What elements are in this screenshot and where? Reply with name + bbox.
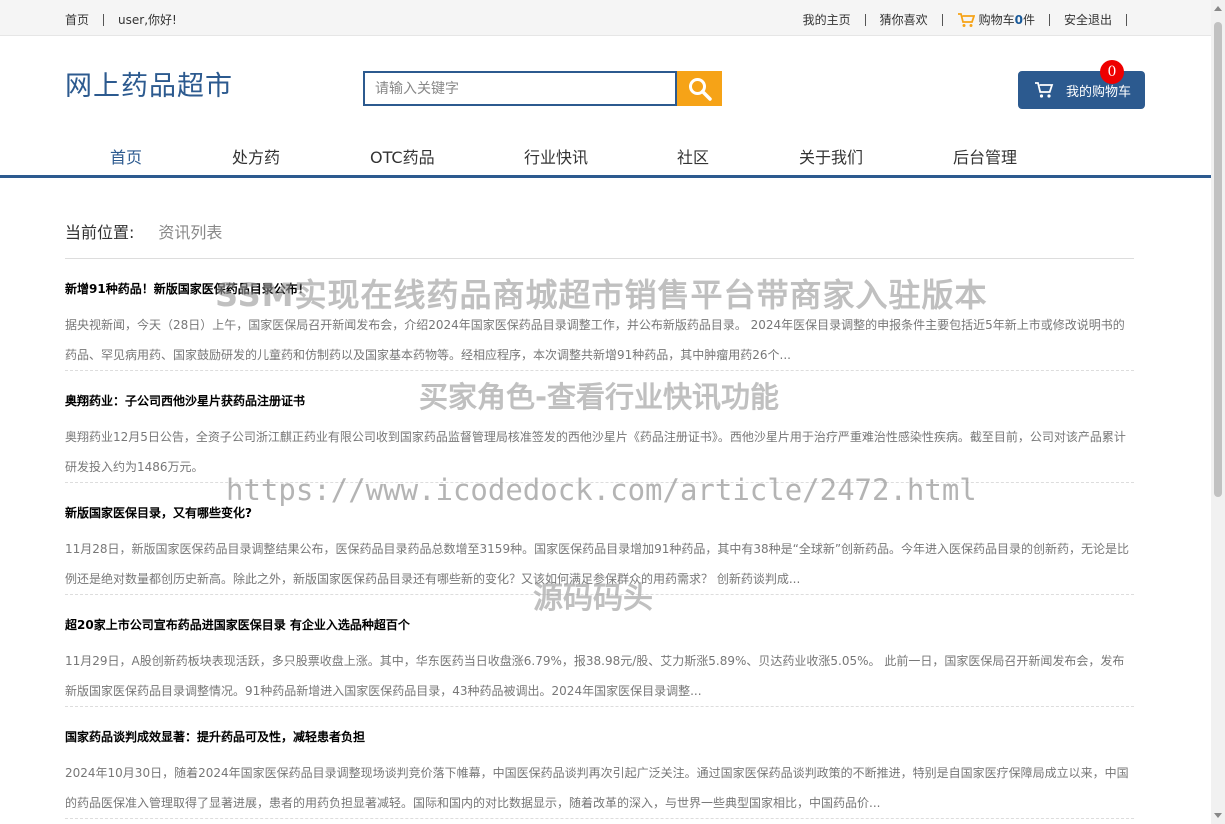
mini-cart-prefix: 购物车 [978, 13, 1015, 27]
guess-you-like-link[interactable]: 猜你喜欢 [880, 11, 928, 28]
mini-cart-suffix: 件 [1022, 13, 1035, 27]
cart-icon [1035, 82, 1054, 98]
breadcrumb-current: 资讯列表 [158, 223, 223, 242]
divider [1048, 13, 1050, 26]
search-input[interactable] [363, 71, 677, 106]
top-bar: 首页 user,你好! 我的主页 猜你喜欢 购物车 0 件 安全退出 [0, 0, 1211, 36]
breadcrumb-label: 当前位置: [65, 223, 135, 242]
nav-item-community[interactable]: 社区 [677, 144, 709, 168]
nav-item-about[interactable]: 关于我们 [799, 144, 863, 168]
news-summary: 11月29日，A股创新药板块表现活跃，多只股票收盘上涨。其中，华东医药当日收盘涨… [65, 654, 1125, 698]
mini-cart-link[interactable]: 购物车 0 件 [957, 11, 1035, 28]
vertical-scrollbar[interactable] [1211, 0, 1225, 824]
search-bar [363, 71, 722, 106]
my-cart-button[interactable]: 我的购物车 [1018, 71, 1145, 109]
scroll-down-arrow-icon[interactable] [1214, 813, 1222, 818]
user-greeting: user,你好! [118, 13, 177, 27]
news-item: 国家药品谈判成效显著：提升药品可及性，减轻患者负担 2024年10月30日，随着… [65, 728, 1134, 819]
news-title[interactable]: 新增91种药品！新版国家医保药品目录公布！ [65, 280, 1134, 297]
news-item: 奥翔药业：子公司西他沙星片获药品注册证书 奥翔药业12月5日公告，全资子公司浙江… [65, 392, 1134, 483]
site-logo[interactable]: 网上药品超市 [65, 64, 233, 103]
nav-item-otc[interactable]: OTC药品 [370, 144, 435, 168]
mini-cart-count: 0 [1014, 12, 1023, 27]
divider [103, 13, 105, 26]
nav-item-admin[interactable]: 后台管理 [953, 144, 1017, 168]
news-title[interactable]: 新版国家医保目录，又有哪些变化? [65, 504, 1134, 521]
nav-item-prescription[interactable]: 处方药 [232, 144, 280, 168]
divider [864, 13, 866, 26]
my-cart-label: 我的购物车 [1066, 84, 1132, 100]
top-home-link[interactable]: 首页 [65, 11, 89, 28]
nav-item-home[interactable]: 首页 [110, 144, 142, 168]
search-icon [688, 77, 712, 101]
news-summary: 11月28日，新版国家医保药品目录调整结果公布，医保药品目录药品总数增至3159… [65, 542, 1130, 586]
page: 首页 user,你好! 我的主页 猜你喜欢 购物车 0 件 安全退出 网上药品超市 [0, 0, 1225, 824]
scroll-thumb[interactable] [1214, 22, 1222, 497]
news-title[interactable]: 超20家上市公司宣布药品进国家医保目录 有企业入选品种超百个 [65, 616, 1134, 633]
main-nav: 首页 处方药 OTC药品 行业快讯 社区 关于我们 后台管理 [0, 132, 1211, 178]
cart-count-badge: 0 [1100, 60, 1124, 84]
nav-item-industry-news[interactable]: 行业快讯 [524, 144, 588, 168]
divider [65, 258, 1134, 259]
news-item: 超20家上市公司宣布药品进国家医保目录 有企业入选品种超百个 11月29日，A股… [65, 616, 1134, 707]
divider [1126, 13, 1127, 26]
logout-link[interactable]: 安全退出 [1064, 11, 1112, 28]
my-home-link[interactable]: 我的主页 [803, 11, 851, 28]
search-button[interactable] [677, 71, 722, 106]
divider [941, 13, 943, 26]
news-title[interactable]: 奥翔药业：子公司西他沙星片获药品注册证书 [65, 392, 1134, 409]
cart-icon [957, 12, 975, 27]
news-title[interactable]: 国家药品谈判成效显著：提升药品可及性，减轻患者负担 [65, 728, 1134, 745]
news-summary: 奥翔药业12月5日公告，全资子公司浙江麒正药业有限公司收到国家药品监督管理局核准… [65, 430, 1126, 474]
news-summary: 据央视新闻，今天（28日）上午，国家医保局召开新闻发布会，介绍2024年国家医保… [65, 318, 1125, 362]
news-item: 新增91种药品！新版国家医保药品目录公布！ 据央视新闻，今天（28日）上午，国家… [65, 280, 1134, 371]
scroll-up-arrow-icon[interactable] [1214, 6, 1222, 11]
news-summary: 2024年10月30日，随着2024年国家医保药品目录调整现场谈判竞价落下帷幕，… [65, 766, 1129, 810]
breadcrumb: 当前位置: 资讯列表 [65, 219, 222, 243]
news-item: 新版国家医保目录，又有哪些变化? 11月28日，新版国家医保药品目录调整结果公布… [65, 504, 1134, 595]
